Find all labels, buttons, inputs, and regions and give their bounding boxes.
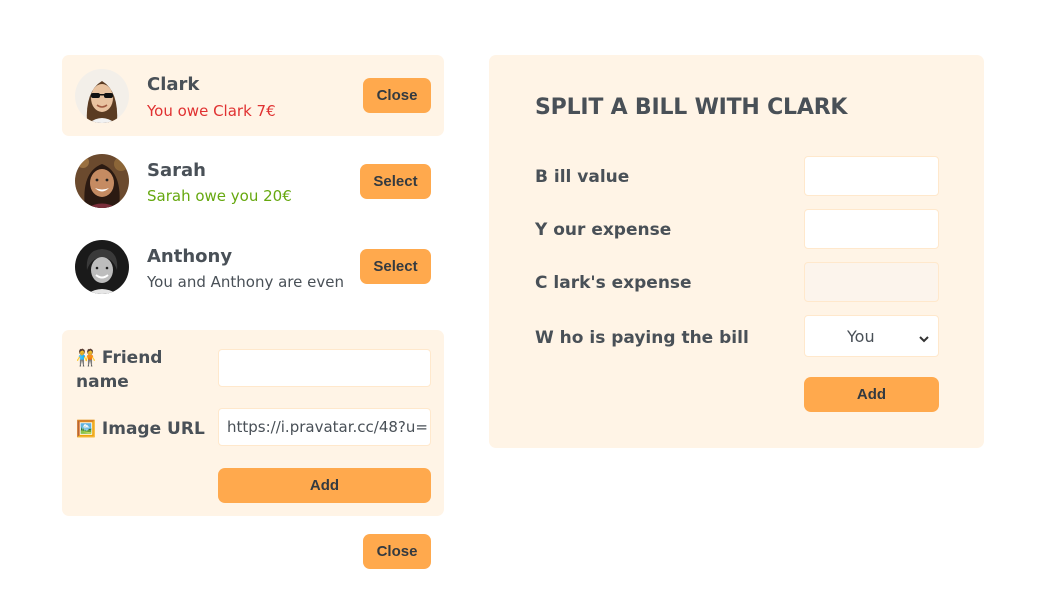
bill-value-label: B ill value	[535, 167, 630, 187]
split-bill-form: SPLIT A BILL WITH CLARK B ill value Y ou…	[489, 55, 984, 448]
split-bill-button[interactable]: Add	[804, 377, 939, 412]
your-expense-label: Y our expense	[535, 220, 672, 240]
friend-balance: You and Anthony are even	[147, 273, 344, 291]
avatar	[75, 69, 129, 123]
add-friend-form: 🧑‍🤝‍🧑 Friend name 🖼️ Image URL https://i.p…	[62, 330, 444, 516]
picture-icon: 🖼️	[76, 419, 96, 438]
payer-select-value: You	[847, 327, 875, 346]
people-icon: 🧑‍🤝‍🧑	[76, 348, 96, 367]
friend-name-label: 🧑‍🤝‍🧑 Friend name	[76, 348, 163, 392]
friend-name: Clark	[147, 74, 200, 95]
image-url-input[interactable]: https://i.pravatar.cc/48?u=	[218, 408, 431, 446]
friend-name: Sarah	[147, 160, 206, 181]
payer-select[interactable]: You	[804, 315, 939, 357]
friend-expense-label: C lark's expense	[535, 273, 692, 293]
friend-item-anthony: Anthony You and Anthony are even Select	[62, 227, 444, 308]
close-friend-button[interactable]: Close	[363, 78, 431, 113]
split-title: SPLIT A BILL WITH CLARK	[535, 95, 848, 120]
close-form-button[interactable]: Close	[363, 534, 431, 569]
select-friend-button[interactable]: Select	[360, 249, 431, 284]
select-friend-button[interactable]: Select	[360, 164, 431, 199]
friend-balance: Sarah owe you 20€	[147, 187, 292, 205]
friend-balance: You owe Clark 7€	[147, 102, 276, 120]
friend-item-sarah: Sarah Sarah owe you 20€ Select	[62, 141, 444, 222]
avatar	[75, 240, 129, 294]
add-friend-button[interactable]: Add	[218, 468, 431, 503]
friend-name: Anthony	[147, 246, 233, 267]
image-url-label: 🖼️ Image URL	[76, 419, 205, 439]
friend-name-input[interactable]	[218, 349, 431, 387]
bill-value-input[interactable]	[804, 156, 939, 196]
friend-expense-input	[804, 262, 939, 302]
payer-label: W ho is paying the bill	[535, 328, 749, 348]
friend-item-clark: Clark You owe Clark 7€ Close	[62, 55, 444, 136]
avatar	[75, 154, 129, 208]
chevron-down-icon	[918, 330, 930, 349]
your-expense-input[interactable]	[804, 209, 939, 249]
